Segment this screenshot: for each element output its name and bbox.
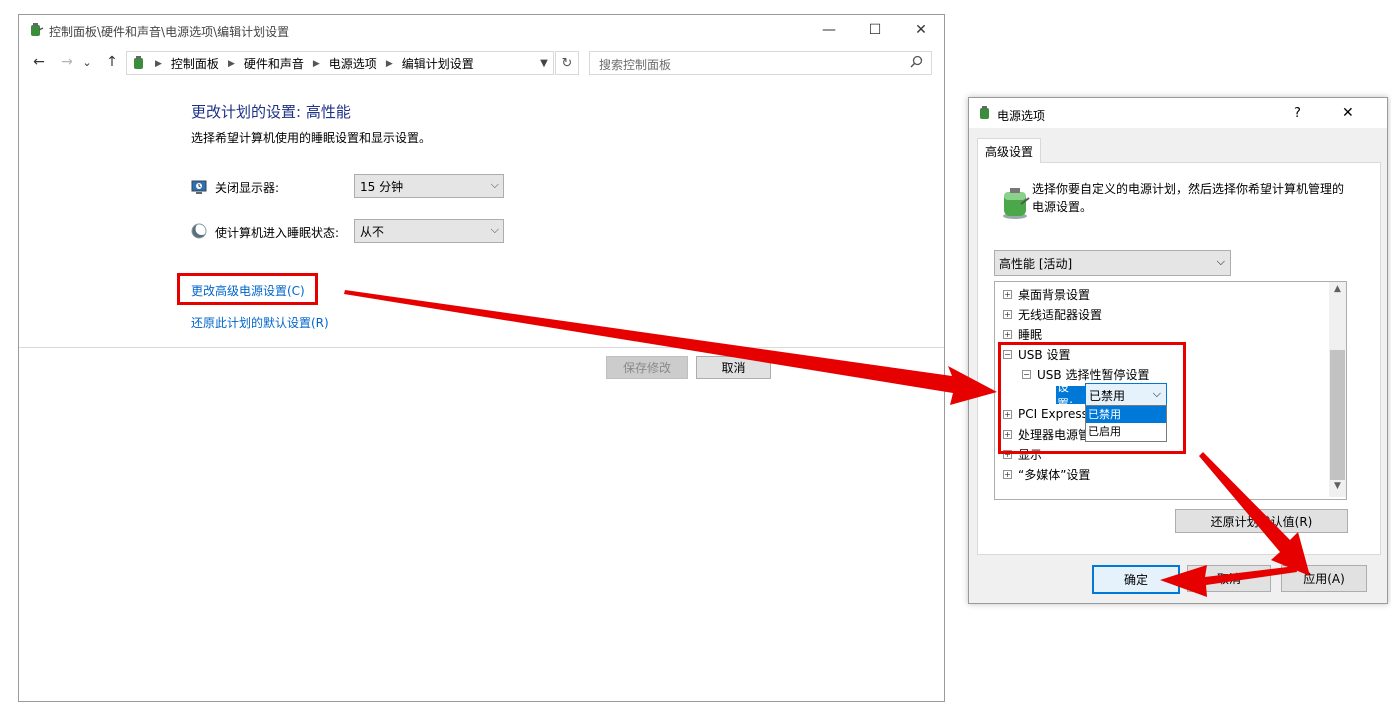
tree-item-label: “多媒体”设置 bbox=[1018, 467, 1091, 482]
chevron-down-icon: ⌵ bbox=[1216, 255, 1225, 268]
breadcrumb-item-power-options[interactable]: 电源选项 bbox=[329, 55, 377, 72]
scroll-up-icon[interactable]: ▲ bbox=[1329, 284, 1346, 298]
close-icon: ✕ bbox=[915, 22, 927, 38]
page-subtitle: 选择希望计算机使用的睡眠设置和显示设置。 bbox=[191, 131, 432, 145]
display-off-value: 15 分钟 bbox=[360, 180, 404, 194]
power-options-icon bbox=[31, 23, 44, 36]
breadcrumb-item-edit-plan[interactable]: 编辑计划设置 bbox=[402, 55, 474, 72]
window-title: 控制面板\硬件和声音\电源选项\编辑计划设置 bbox=[49, 25, 290, 39]
dialog-title-bar: 电源选项 ? ✕ bbox=[969, 98, 1387, 128]
dialog-close-button[interactable]: ✕ bbox=[1342, 105, 1354, 121]
dialog-description: 选择你要自定义的电源计划，然后选择你希望计算机管理的电源设置。 bbox=[1032, 182, 1345, 214]
dialog-title: 电源选项 bbox=[997, 109, 1046, 123]
tree-item-wireless-adapter[interactable]: + 无线适配器设置 bbox=[1003, 304, 1102, 324]
close-button[interactable]: ✕ bbox=[898, 15, 944, 45]
tree-item-label: 睡眠 bbox=[1018, 327, 1043, 342]
breadcrumb-item-hardware-sound[interactable]: 硬件和声音 bbox=[244, 55, 304, 72]
page-title: 更改计划的设置: 高性能 bbox=[191, 103, 351, 121]
chevron-down-icon: ⌵ bbox=[490, 223, 499, 236]
dialog-cancel-button[interactable]: 取消 bbox=[1187, 565, 1271, 592]
restore-defaults-link[interactable]: 还原此计划的默认设置(R) bbox=[191, 314, 329, 331]
address-dropdown-button[interactable]: ▼ bbox=[535, 52, 553, 74]
sleep-moon-icon bbox=[191, 223, 207, 239]
minimize-icon: — bbox=[822, 22, 836, 38]
advanced-power-settings-link[interactable]: 更改高级电源设置(C) bbox=[191, 282, 305, 299]
help-button[interactable]: ? bbox=[1294, 106, 1301, 121]
up-button[interactable]: ↑ bbox=[102, 53, 122, 71]
search-icon bbox=[910, 55, 923, 68]
expand-icon[interactable]: + bbox=[1003, 289, 1012, 299]
expand-icon[interactable]: + bbox=[1003, 329, 1012, 339]
navigation-bar: ← → ⌄ ↑ ▶ 控制面板 ▶ 硬件和声音 ▶ 电源选项 ▶ 编辑计划设置 ▼… bbox=[19, 47, 944, 77]
search-input[interactable]: 搜索控制面板 bbox=[589, 51, 932, 75]
divider bbox=[19, 347, 944, 348]
search-placeholder: 搜索控制面板 bbox=[599, 58, 672, 72]
control-panel-icon bbox=[134, 56, 143, 69]
ok-button[interactable]: 确定 bbox=[1092, 565, 1180, 594]
power-plan-select[interactable]: 高性能 [活动] ⌵ bbox=[994, 250, 1231, 276]
sleep-value: 从不 bbox=[360, 225, 385, 239]
cancel-button[interactable]: 取消 bbox=[696, 356, 771, 379]
back-button[interactable]: ← bbox=[29, 53, 49, 71]
scroll-down-icon[interactable]: ▼ bbox=[1329, 481, 1346, 495]
breadcrumb: ▶ 控制面板 ▶ 硬件和声音 ▶ 电源选项 ▶ 编辑计划设置 bbox=[155, 55, 474, 72]
display-off-label: 关闭显示器: bbox=[215, 181, 280, 195]
maximize-button[interactable]: ☐ bbox=[852, 15, 898, 45]
recent-locations-button[interactable]: ⌄ bbox=[81, 53, 93, 71]
tab-advanced-settings[interactable]: 高级设置 bbox=[977, 138, 1041, 163]
power-options-dialog: 电源选项 ? ✕ 高级设置 选择你要自定义的电源计划，然后选择你希望计算机管理的… bbox=[968, 97, 1388, 604]
control-panel-window: 控制面板\硬件和声音\电源选项\编辑计划设置 — ☐ ✕ ← → ⌄ ↑ ▶ 控… bbox=[18, 14, 945, 702]
tree-item-multimedia[interactable]: + “多媒体”设置 bbox=[1003, 464, 1090, 484]
expand-icon[interactable]: + bbox=[1003, 309, 1012, 319]
tree-scrollbar[interactable]: ▲ ▼ bbox=[1329, 282, 1346, 497]
display-off-select[interactable]: 15 分钟 ⌵ bbox=[354, 174, 504, 198]
sleep-label: 使计算机进入睡眠状态: bbox=[215, 226, 340, 240]
tree-item-sleep[interactable]: + 睡眠 bbox=[1003, 324, 1042, 344]
expand-icon[interactable]: + bbox=[1003, 469, 1012, 479]
minimize-button[interactable]: — bbox=[806, 15, 852, 45]
sleep-select[interactable]: 从不 ⌵ bbox=[354, 219, 504, 243]
save-changes-button[interactable]: 保存修改 bbox=[606, 356, 688, 379]
refresh-button[interactable]: ↻ bbox=[555, 51, 579, 75]
tree-item-label: 无线适配器设置 bbox=[1018, 307, 1103, 322]
power-options-icon bbox=[980, 106, 989, 119]
arrow-up-icon: ↑ bbox=[106, 54, 118, 70]
chevron-down-icon: ⌵ bbox=[490, 178, 499, 191]
monitor-icon bbox=[191, 180, 207, 194]
power-plan-value: 高性能 [活动] bbox=[999, 257, 1073, 271]
forward-button[interactable]: → bbox=[57, 53, 77, 71]
tree-item-desktop-background[interactable]: + 桌面背景设置 bbox=[1003, 284, 1090, 304]
battery-plan-icon bbox=[1003, 188, 1030, 219]
apply-button[interactable]: 应用(A) bbox=[1281, 565, 1367, 592]
highlight-box-usb-settings bbox=[998, 342, 1186, 454]
arrow-right-icon: → bbox=[61, 54, 73, 70]
scrollbar-thumb[interactable] bbox=[1330, 350, 1345, 480]
chevron-down-icon: ⌄ bbox=[82, 55, 92, 69]
arrow-left-icon: ← bbox=[33, 54, 45, 70]
chevron-down-icon: ▼ bbox=[540, 57, 548, 69]
address-bar[interactable]: ▶ 控制面板 ▶ 硬件和声音 ▶ 电源选项 ▶ 编辑计划设置 ▼ bbox=[126, 51, 554, 75]
tree-item-label: 桌面背景设置 bbox=[1018, 287, 1091, 302]
title-bar: 控制面板\硬件和声音\电源选项\编辑计划设置 — ☐ ✕ bbox=[19, 15, 944, 45]
maximize-icon: ☐ bbox=[868, 22, 882, 38]
close-icon: ✕ bbox=[1342, 105, 1354, 121]
refresh-icon: ↻ bbox=[561, 55, 573, 71]
breadcrumb-item-control-panel[interactable]: 控制面板 bbox=[171, 55, 219, 72]
restore-plan-defaults-button[interactable]: 还原计划默认值(R) bbox=[1175, 509, 1348, 533]
